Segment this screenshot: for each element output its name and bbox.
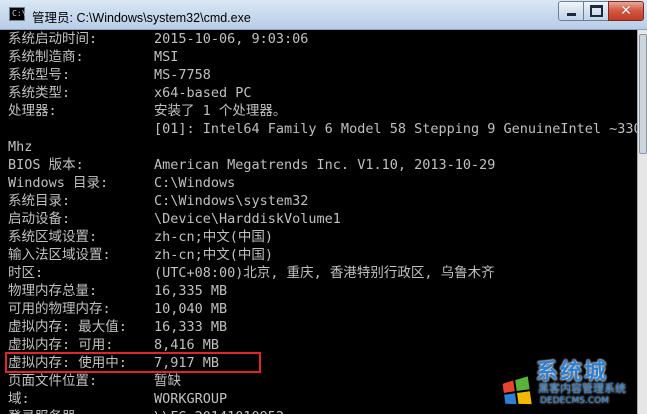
console-line-label: Mhz — [8, 139, 33, 155]
console-line-value: C:\Windows\system32 — [154, 193, 309, 209]
console-line-label: 系统目录: — [8, 193, 71, 209]
console-line-label: 物理内存总量: — [8, 283, 98, 299]
cmd-app-icon[interactable]: C:\ — [9, 7, 27, 21]
console-line-value: zh-cn;中文(中国) — [154, 229, 274, 245]
close-button[interactable]: ✕ — [608, 1, 644, 21]
console-line-value: \Device\HarddiskVolume1 — [154, 211, 341, 227]
scrollbar-thumb[interactable] — [639, 34, 647, 154]
title-bar[interactable]: C:\ 管理员: C:\Windows\system32\cmd.exe ✕ — [0, 0, 647, 30]
console-line-label: Windows 目录: — [8, 175, 109, 191]
console-line-value: MSI — [154, 49, 179, 65]
console-line-label: 登录服务器: — [8, 408, 84, 414]
watermark: 系统城 黑客内容管理系统 DEDECMS.COM — [500, 354, 640, 412]
close-icon: ✕ — [620, 3, 632, 19]
console-line-value: 安装了 1 个处理器。 — [154, 103, 287, 119]
watermark-url: DEDECMS.COM — [540, 396, 609, 406]
highlight-box — [5, 352, 261, 373]
maximize-icon — [589, 5, 603, 17]
console-line-value: American Megatrends Inc. V1.10, 2013-10-… — [154, 157, 496, 173]
console-line-label: 时区: — [8, 265, 44, 281]
console-line-value: [01]: Intel64 Family 6 Model 58 Stepping… — [154, 121, 637, 137]
console-line-label: 虚拟内存: 最大值: — [8, 319, 127, 335]
console-line-label: 系统类型: — [8, 85, 71, 101]
windows-logo-icon — [502, 376, 532, 405]
console-line-value: 16,333 MB — [154, 319, 228, 335]
console-line-value: MS-7758 — [154, 67, 211, 83]
console-line-value: 10,040 MB — [154, 301, 228, 317]
watermark-tagline: 黑客内容管理系统 — [538, 382, 626, 395]
console-line-value: WORKGROUP — [154, 391, 228, 407]
console-line-label: BIOS 版本: — [8, 157, 84, 173]
console-line-value: 16,335 MB — [154, 283, 228, 299]
console-line-label: 系统型号: — [8, 67, 71, 83]
console-line-value: zh-cn;中文(中国) — [154, 247, 274, 263]
console-line-label: 输入法区域设置: — [8, 247, 111, 263]
console-line-label: 域: — [8, 391, 30, 407]
minimize-button[interactable] — [558, 1, 584, 21]
console-line-label: 启动设备: — [8, 211, 71, 227]
maximize-button[interactable] — [583, 1, 609, 21]
console-line-value: (UTC+08:00)北京, 重庆, 香港特别行政区, 乌鲁木齐 — [154, 265, 495, 281]
console-line-value: \\FG-20141010952 — [154, 408, 284, 414]
console-line-value: 暂缺 — [154, 373, 181, 389]
cmd-icon-label: C:\ — [12, 9, 27, 18]
window-title: 管理员: C:\Windows\system32\cmd.exe — [32, 11, 251, 25]
minimize-icon — [566, 13, 576, 16]
console-line-label: 系统制造商: — [8, 49, 84, 65]
console-line-value: x64-based PC — [154, 85, 252, 101]
console-line-value: C:\Windows — [154, 175, 236, 191]
console-line-value: 2015-10-06, 9:03:06 — [154, 31, 309, 47]
console-line-label: 可用的物理内存: — [8, 301, 111, 317]
console-line-label: 系统启动时间: — [8, 31, 98, 47]
console-line-label: 页面文件位置: — [8, 373, 98, 389]
console-line-label: 处理器: — [8, 103, 57, 119]
console-line-label: 系统区域设置: — [8, 229, 98, 245]
